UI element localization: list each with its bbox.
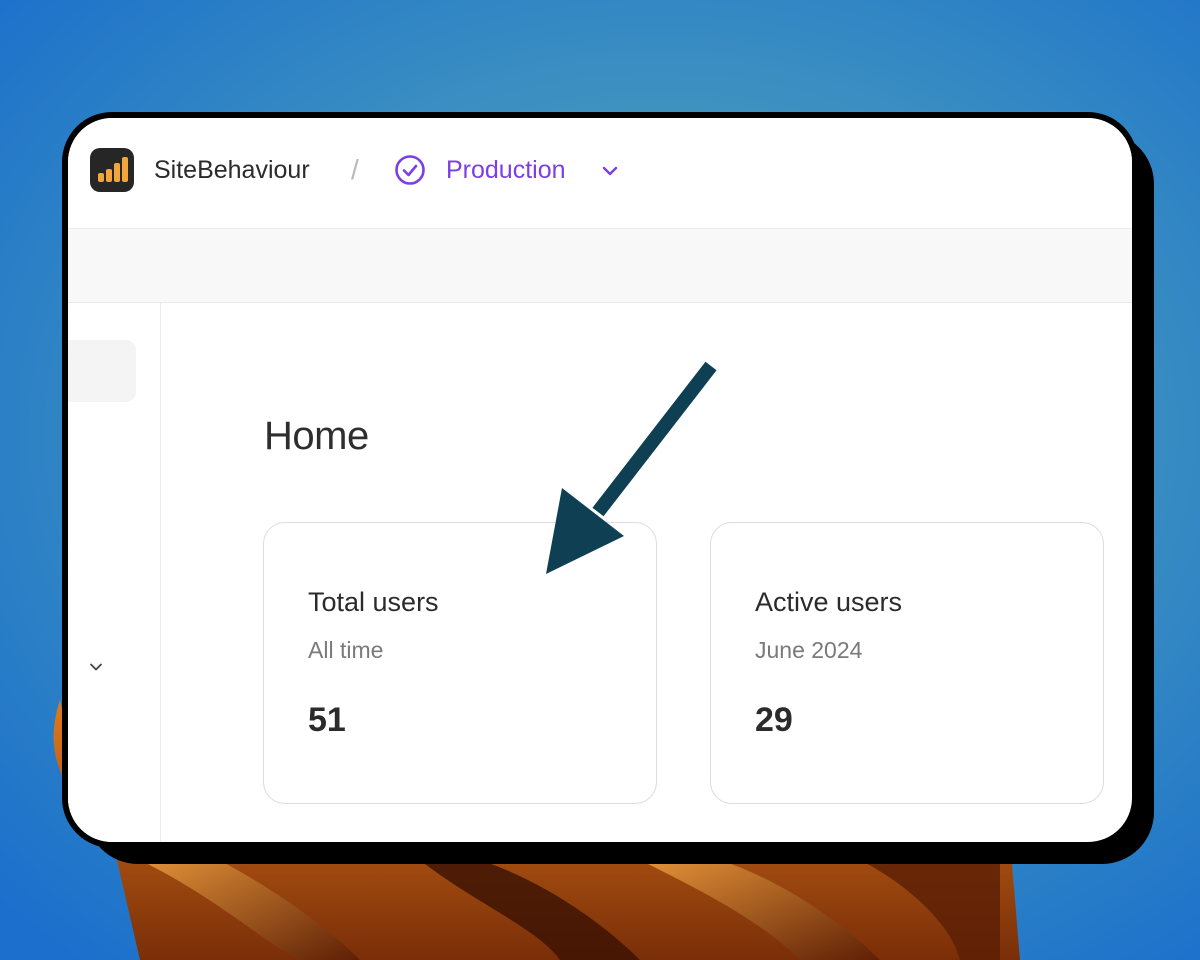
bar-chart-icon[interactable] — [90, 148, 134, 192]
breadcrumb-separator: / — [351, 154, 359, 185]
top-bar: SiteBehaviour / Production — [68, 118, 1132, 229]
app-window: SiteBehaviour / Production Home Total us… — [62, 112, 1138, 848]
app-window-content: SiteBehaviour / Production Home Total us… — [68, 118, 1132, 842]
check-circle-icon — [395, 155, 425, 185]
sidebar-item-active[interactable] — [68, 340, 136, 402]
toolbar-strip — [68, 229, 1132, 303]
card-subtitle: June 2024 — [755, 637, 863, 663]
chevron-down-icon[interactable] — [88, 659, 104, 675]
card-title: Active users — [755, 587, 903, 617]
chevron-down-icon[interactable] — [600, 161, 620, 181]
card-subtitle: All time — [308, 637, 384, 663]
card-value: 51 — [308, 701, 346, 739]
page-title: Home — [264, 414, 369, 458]
card-title: Total users — [308, 587, 439, 617]
environment-selector[interactable]: Production — [446, 156, 566, 185]
card-value: 29 — [755, 701, 793, 739]
total-users-card[interactable]: Total users All time 51 — [263, 522, 657, 804]
brand-name[interactable]: SiteBehaviour — [154, 156, 310, 185]
active-users-card[interactable]: Active users June 2024 29 — [710, 522, 1104, 804]
sidebar — [68, 303, 161, 842]
